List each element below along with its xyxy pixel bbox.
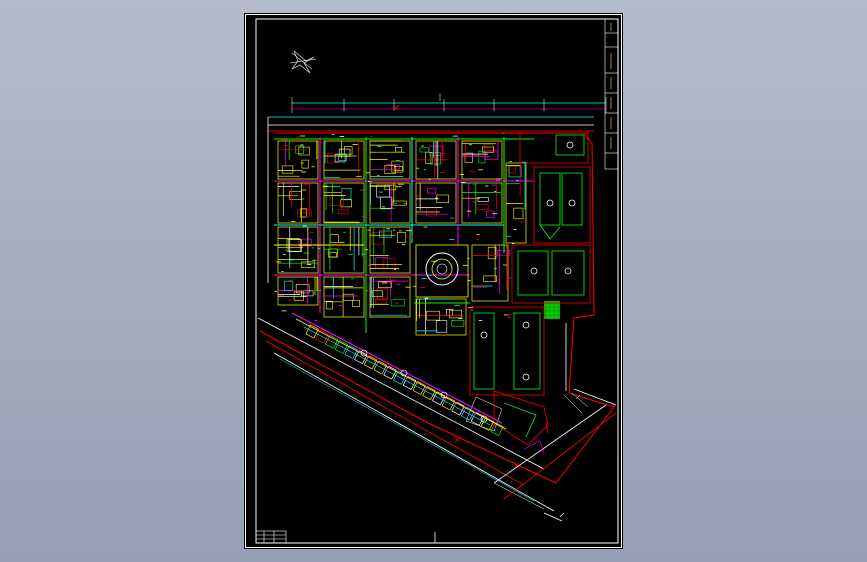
building-unit bbox=[298, 146, 310, 156]
building-unit bbox=[338, 154, 347, 161]
building-unit bbox=[369, 226, 411, 274]
cad-line bbox=[469, 411, 475, 421]
building-unit bbox=[344, 146, 353, 155]
building-unit bbox=[397, 232, 406, 244]
cad-line bbox=[402, 384, 412, 390]
building-unit bbox=[297, 209, 312, 218]
building-unit bbox=[449, 309, 462, 319]
building-unit bbox=[369, 182, 411, 224]
cad-line bbox=[430, 390, 436, 400]
building-unit bbox=[464, 152, 473, 163]
building-unit bbox=[352, 299, 360, 308]
building-unit bbox=[343, 293, 354, 301]
drawing-sheet bbox=[244, 13, 623, 549]
building-unit bbox=[301, 159, 309, 169]
residential-cluster bbox=[274, 132, 534, 336]
cad-line bbox=[303, 326, 491, 426]
building-unit bbox=[334, 154, 346, 163]
building-unit bbox=[379, 230, 392, 238]
building-unit bbox=[281, 165, 294, 174]
cad-line bbox=[325, 343, 334, 349]
building-unit bbox=[326, 300, 333, 310]
cad-line bbox=[373, 369, 383, 375]
building-unit bbox=[508, 165, 522, 178]
building-unit bbox=[277, 226, 319, 274]
cad-line bbox=[354, 359, 363, 365]
cad-line bbox=[461, 415, 470, 421]
drawing-frame bbox=[255, 18, 619, 544]
circular-plaza bbox=[415, 244, 469, 298]
building-unit bbox=[513, 207, 524, 220]
building-unit bbox=[375, 257, 389, 269]
green-hatch-block bbox=[544, 301, 560, 319]
cad-line bbox=[441, 405, 451, 411]
building-unit bbox=[461, 140, 503, 180]
building-unit bbox=[395, 147, 402, 153]
building-unit bbox=[329, 234, 339, 243]
building-unit bbox=[425, 152, 433, 164]
cad-line bbox=[412, 389, 421, 395]
cad-line bbox=[480, 425, 490, 431]
building-unit bbox=[323, 276, 365, 318]
cad-line bbox=[393, 379, 402, 385]
title-block-table bbox=[255, 530, 287, 544]
cad-line bbox=[334, 348, 344, 354]
cad-line bbox=[315, 338, 324, 344]
building-unit bbox=[415, 298, 467, 336]
cad-line bbox=[449, 400, 456, 411]
cad-line bbox=[383, 374, 392, 380]
building-unit bbox=[390, 298, 405, 307]
building-unit bbox=[382, 258, 396, 269]
cad-line bbox=[451, 410, 460, 416]
building-unit bbox=[376, 184, 390, 198]
building-unit bbox=[475, 204, 489, 210]
top-dimension-line bbox=[291, 93, 607, 113]
revision-strip bbox=[604, 18, 619, 170]
cad-line bbox=[490, 431, 499, 436]
building-unit bbox=[338, 148, 351, 157]
north-arrow-icon bbox=[289, 50, 317, 74]
building-unit bbox=[478, 150, 486, 164]
cad-line bbox=[459, 406, 465, 416]
building-unit bbox=[386, 164, 400, 171]
cad-line bbox=[431, 391, 438, 401]
cad-viewport[interactable] bbox=[0, 0, 867, 562]
building-unit bbox=[426, 187, 437, 194]
east-dimension-ticks bbox=[563, 392, 589, 414]
building-unit bbox=[419, 147, 429, 153]
sheet-outer-border bbox=[245, 14, 622, 548]
building-unit bbox=[461, 182, 503, 224]
building-unit bbox=[284, 280, 294, 291]
cad-line bbox=[422, 395, 431, 401]
building-unit bbox=[338, 208, 349, 215]
building-unit bbox=[451, 320, 465, 327]
building-unit bbox=[486, 210, 495, 218]
cad-line bbox=[432, 400, 441, 406]
building-unit bbox=[471, 244, 509, 302]
site-plan-drawing bbox=[245, 14, 622, 548]
cad-line bbox=[364, 364, 373, 370]
cad-line bbox=[498, 426, 504, 436]
building-unit bbox=[435, 320, 448, 333]
cad-line bbox=[305, 333, 314, 339]
east-road bbox=[493, 323, 617, 522]
diagonal-street bbox=[257, 317, 555, 512]
site-boundary bbox=[259, 132, 615, 484]
cad-line bbox=[488, 421, 494, 431]
building-unit bbox=[329, 195, 344, 206]
cad-line bbox=[344, 354, 353, 359]
building-unit bbox=[327, 153, 340, 164]
